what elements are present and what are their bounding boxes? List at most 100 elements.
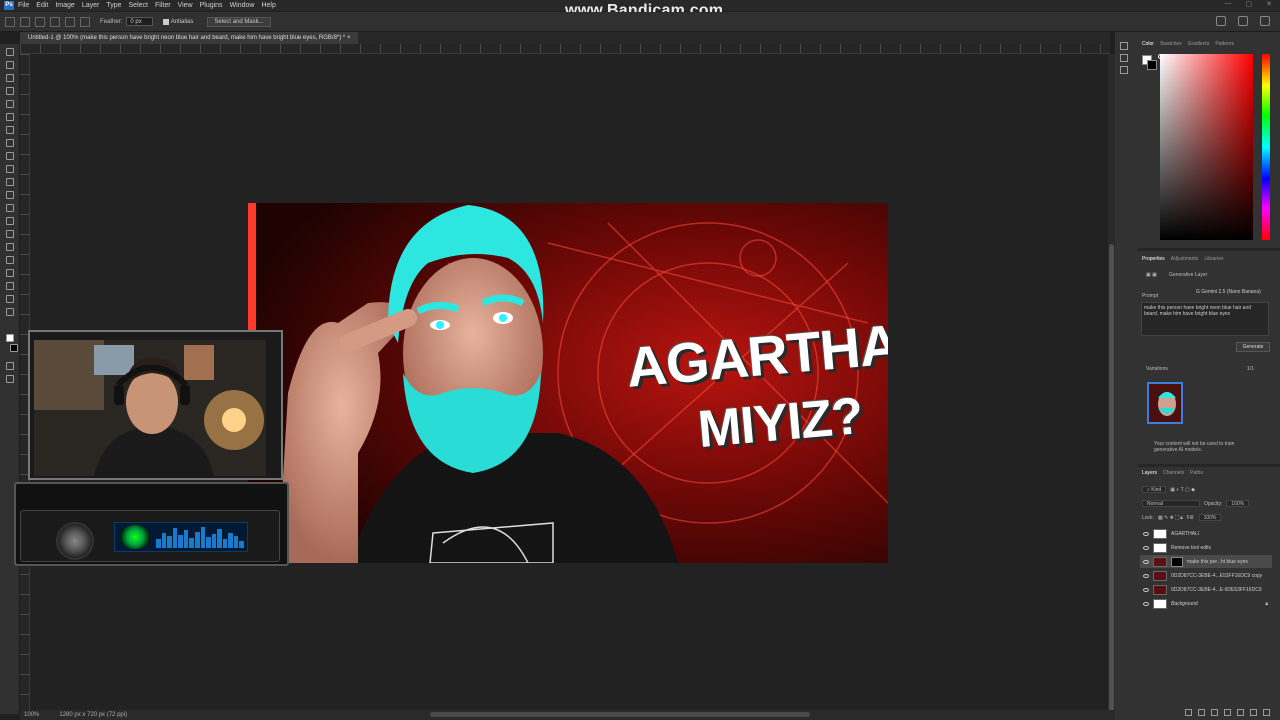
antialias-checkbox[interactable]: Antialias (162, 18, 193, 25)
delete-layer-icon[interactable] (1263, 709, 1270, 716)
visibility-eye-icon[interactable] (1143, 573, 1149, 578)
move-tool-icon[interactable] (6, 48, 14, 56)
background-swatch[interactable] (1147, 60, 1157, 70)
select-and-mask-button[interactable]: Select and Mask... (207, 16, 271, 27)
layer-row-selected[interactable]: make this per...ht blue eyes (1140, 555, 1272, 568)
zoom-level[interactable]: 100% (24, 712, 39, 718)
fill-input[interactable]: 100% (1198, 514, 1222, 521)
maximize-icon[interactable]: ▢ (1246, 0, 1253, 8)
group-icon[interactable] (1237, 709, 1244, 716)
add-selection-icon[interactable] (50, 16, 60, 27)
document-tab[interactable]: Untitled-1 @ 100% (make this person have… (20, 32, 359, 44)
menu-image[interactable]: Image (55, 2, 74, 9)
generate-button[interactable]: Generate (1236, 342, 1270, 352)
lasso-tool-icon[interactable] (6, 74, 14, 82)
menu-file[interactable]: File (18, 2, 29, 9)
feather-input[interactable]: 0 px (126, 17, 153, 26)
opacity-input[interactable]: 100% (1226, 500, 1250, 507)
subtract-selection-icon[interactable] (65, 16, 75, 27)
crop-tool-icon[interactable] (6, 100, 14, 108)
hand-tool-icon[interactable] (6, 295, 14, 303)
vertical-scrollbar[interactable] (1108, 54, 1115, 714)
home-icon[interactable] (5, 16, 15, 27)
add-mask-icon[interactable] (1211, 709, 1218, 716)
rectangle-tool-icon[interactable] (6, 282, 14, 290)
filter-icons[interactable]: ▣ ◐ T ▢ ◆ (1170, 487, 1195, 493)
layer-row[interactable]: 0D2D87CC-3EBE-4...E53FF16DC9 copy (1140, 569, 1272, 582)
link-layers-icon[interactable] (1185, 709, 1192, 716)
tab-color[interactable]: Color (1142, 41, 1154, 47)
workspace-icon[interactable] (1260, 16, 1270, 26)
visibility-eye-icon[interactable] (1143, 601, 1149, 606)
prompt-input[interactable]: make this person have bright neon blue h… (1141, 302, 1269, 336)
gradient-tool-icon[interactable] (6, 204, 14, 212)
new-layer-icon[interactable] (1250, 709, 1257, 716)
type-tool-icon[interactable] (6, 256, 14, 264)
color-picker-handle[interactable] (1158, 54, 1163, 59)
foreground-color-icon[interactable] (6, 334, 14, 342)
blend-mode-select[interactable]: Normal (1142, 500, 1200, 507)
intersect-selection-icon[interactable] (80, 16, 90, 27)
tab-channels[interactable]: Channels (1163, 470, 1184, 476)
menu-view[interactable]: View (178, 2, 193, 9)
menu-filter[interactable]: Filter (155, 2, 171, 9)
search-icon[interactable] (1238, 16, 1248, 26)
adjustment-layer-icon[interactable] (1224, 709, 1231, 716)
play-icon[interactable] (1120, 54, 1128, 62)
fx-icon[interactable] (1198, 709, 1205, 716)
new-selection-icon[interactable] (35, 16, 45, 27)
tab-gradients[interactable]: Gradients (1188, 41, 1210, 47)
menu-plugins[interactable]: Plugins (200, 2, 223, 9)
layer-row[interactable]: 0D2D87CC-3EBE-4...E-6DE53FF16DC9 (1140, 583, 1272, 596)
pen-tool-icon[interactable] (6, 243, 14, 251)
history-brush-tool-icon[interactable] (6, 178, 14, 186)
lock-icons[interactable]: ▦ ✎ ✥ ⛶ 🔒︎ (1158, 515, 1183, 521)
background-color-icon[interactable] (10, 344, 18, 352)
history-icon[interactable] (1120, 42, 1128, 50)
marquee-tool-icon[interactable] (6, 61, 14, 69)
healing-brush-tool-icon[interactable] (6, 139, 14, 147)
layer-row[interactable]: Background 🔒︎ (1140, 597, 1272, 610)
menu-layer[interactable]: Layer (82, 2, 100, 9)
visibility-eye-icon[interactable] (1143, 545, 1149, 550)
eyedropper-tool-icon[interactable] (6, 126, 14, 134)
frame-tool-icon[interactable] (6, 113, 14, 121)
tab-layers[interactable]: Layers (1142, 470, 1157, 476)
variation-thumbnail[interactable] (1147, 382, 1183, 424)
layer-row[interactable]: AGARTHALI (1140, 527, 1272, 540)
tab-libraries[interactable]: Libraries (1204, 256, 1223, 262)
dodge-tool-icon[interactable] (6, 230, 14, 238)
menu-help[interactable]: Help (261, 2, 275, 9)
menu-edit[interactable]: Edit (36, 2, 48, 9)
kind-filter[interactable]: ⌕ Kind (1142, 486, 1167, 493)
lasso-tool-preset-icon[interactable] (20, 16, 30, 27)
blur-tool-icon[interactable] (6, 217, 14, 225)
tab-patterns[interactable]: Patterns (1215, 41, 1234, 47)
visibility-eye-icon[interactable] (1143, 531, 1149, 536)
hue-slider[interactable] (1262, 54, 1270, 240)
minimize-icon[interactable]: — (1225, 0, 1232, 8)
close-tab-icon[interactable]: × (347, 35, 351, 41)
visibility-eye-icon[interactable] (1143, 587, 1149, 592)
layer-row[interactable]: Remove tool edits (1140, 541, 1272, 554)
zoom-tool-icon[interactable] (6, 308, 14, 316)
tab-paths[interactable]: Paths (1190, 470, 1203, 476)
share-icon[interactable] (1216, 16, 1226, 26)
model-selector[interactable]: G Gemini 2.5 (Nano Banana) (1196, 289, 1266, 298)
menu-window[interactable]: Window (230, 2, 255, 9)
scroll-thumb[interactable] (1109, 244, 1114, 714)
color-picker-field[interactable] (1160, 54, 1253, 240)
comments-icon[interactable] (1120, 66, 1128, 74)
menu-select[interactable]: Select (129, 2, 148, 9)
visibility-eye-icon[interactable] (1143, 559, 1149, 564)
close-icon[interactable]: ✕ (1266, 0, 1272, 8)
eraser-tool-icon[interactable] (6, 191, 14, 199)
path-selection-tool-icon[interactable] (6, 269, 14, 277)
screen-mode-icon[interactable] (6, 375, 14, 383)
tab-properties[interactable]: Properties (1142, 256, 1165, 262)
object-selection-tool-icon[interactable] (6, 87, 14, 95)
quick-mask-icon[interactable] (6, 362, 14, 370)
document-canvas[interactable]: AGARTHALI MIYIZ? (248, 203, 888, 563)
tab-adjustments[interactable]: Adjustments (1171, 256, 1199, 262)
menu-type[interactable]: Type (106, 2, 121, 9)
